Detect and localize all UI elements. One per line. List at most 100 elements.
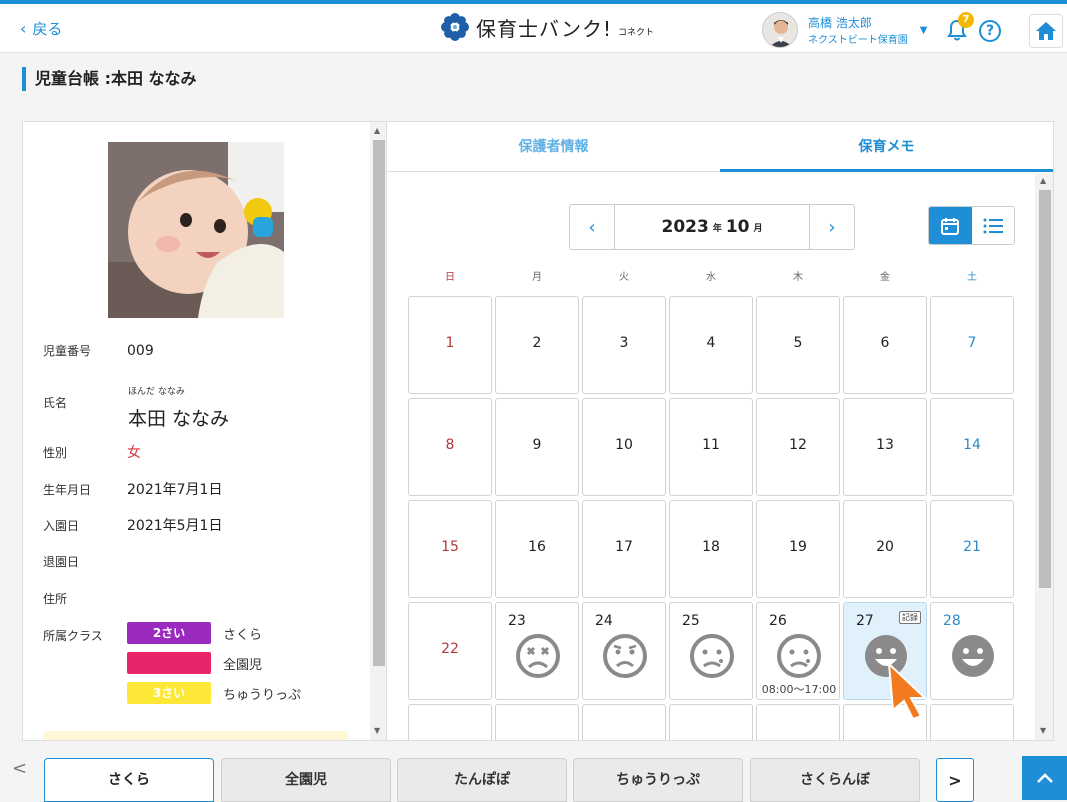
calendar-day-cell[interactable]: 24: [582, 602, 666, 700]
calendar-day-cell[interactable]: 28: [930, 602, 1014, 700]
calendar-day-cell[interactable]: 22: [408, 602, 492, 700]
calendar-day-cell[interactable]: [495, 704, 579, 740]
calendar-day-cell[interactable]: 8: [408, 398, 492, 496]
gender-label: 性別: [43, 445, 68, 460]
class-tab[interactable]: さくらんぼ: [750, 758, 920, 802]
happy-face-icon: [952, 635, 994, 677]
calendar-day-cell[interactable]: 16: [495, 500, 579, 598]
calendar-day-cell[interactable]: 10: [582, 398, 666, 496]
calendar-view-button[interactable]: [929, 207, 972, 244]
prev-month-button[interactable]: ‹: [570, 205, 614, 249]
row-gender: 性別 女: [43, 442, 141, 462]
calendar-day-cell[interactable]: 4: [669, 296, 753, 394]
calendar-day-cell[interactable]: 18: [669, 500, 753, 598]
calendar-day-cell[interactable]: 15: [408, 500, 492, 598]
tab-guardian-info[interactable]: 保護者情報: [387, 122, 720, 172]
left-scrollbar-thumb[interactable]: [373, 140, 385, 666]
day-number: 19: [789, 539, 807, 555]
calendar-day-cell[interactable]: 5: [756, 296, 840, 394]
prev-class-button[interactable]: <: [12, 758, 27, 779]
calendar-day-cell[interactable]: [930, 704, 1014, 740]
child-number-value: 009: [127, 342, 154, 359]
back-button[interactable]: ‹ 戻る: [20, 18, 62, 39]
app-logo: 保育士バンク! コネクト: [440, 12, 654, 42]
day-number: 27: [856, 613, 874, 629]
calendar-day-cell[interactable]: [756, 704, 840, 740]
calendar-day-cell[interactable]: 2: [495, 296, 579, 394]
calendar-day-cell[interactable]: 19: [756, 500, 840, 598]
top-bar: ‹ 戻る 保育士バンク! コネクト 高橋 浩太郎 ネクストビート保育園 ▼ 7 …: [0, 0, 1067, 53]
class-tab[interactable]: さくら: [44, 758, 214, 802]
user-organization: ネクストビート保育園: [808, 34, 908, 46]
scroll-to-top-button[interactable]: [1022, 756, 1067, 800]
day-number: 9: [532, 437, 542, 453]
calendar-day-cell[interactable]: [582, 704, 666, 740]
day-number: 4: [706, 335, 716, 351]
calendar-day-cell[interactable]: [669, 704, 753, 740]
calendar-day-cell[interactable]: 13: [843, 398, 927, 496]
day-number: 15: [441, 539, 459, 555]
calendar-day-cell[interactable]: 26 08:00〜17:00: [756, 602, 840, 700]
right-scrollbar-thumb[interactable]: [1039, 190, 1051, 588]
scroll-up-icon[interactable]: ▲: [1040, 176, 1046, 185]
notification-badge: 7: [958, 12, 974, 28]
scroll-down-icon[interactable]: ▼: [374, 726, 380, 735]
unwell-face-icon: [690, 634, 734, 678]
next-class-button[interactable]: >: [936, 758, 974, 802]
class-tab[interactable]: ちゅうりっぷ: [573, 758, 743, 802]
class-age-badge: 3さい: [127, 682, 211, 704]
next-month-button[interactable]: ›: [810, 205, 854, 249]
class-age-badge: 2さい: [127, 622, 211, 644]
calendar-day-cell[interactable]: 14: [930, 398, 1014, 496]
weekday-label: 月: [532, 272, 542, 283]
class-name: さくら: [223, 627, 263, 643]
calendar-day-cell[interactable]: [408, 704, 492, 740]
day-number: 5: [793, 335, 803, 351]
class-tab[interactable]: 全園児: [221, 758, 391, 802]
enrollment-date-value: 2021年5月1日: [127, 518, 223, 534]
day-number: 18: [702, 539, 720, 555]
caret-down-icon: ▼: [919, 24, 928, 36]
calendar-day-cell[interactable]: 20: [843, 500, 927, 598]
calendar-day-cell[interactable]: 25: [669, 602, 753, 700]
calendar-day-cell[interactable]: 7: [930, 296, 1014, 394]
unwell-face-icon: [777, 634, 821, 678]
calendar-icon: [941, 217, 960, 235]
scroll-up-icon[interactable]: ▲: [374, 126, 380, 135]
calendar-day-cell[interactable]: 23: [495, 602, 579, 700]
enrollment-date-label: 入園日: [43, 518, 80, 533]
list-icon: [983, 218, 1003, 233]
chevron-left-icon: ‹: [20, 19, 27, 38]
calendar-day-cell[interactable]: 1: [408, 296, 492, 394]
day-number: 21: [963, 539, 981, 555]
calendar-day-cell[interactable]: 12: [756, 398, 840, 496]
calendar-day-cell[interactable]: 9: [495, 398, 579, 496]
scroll-down-icon[interactable]: ▼: [1040, 726, 1046, 735]
calendar-day-cell[interactable]: 6: [843, 296, 927, 394]
user-menu[interactable]: 高橋 浩太郎 ネクストビート保育園 ▼: [762, 12, 927, 48]
calendar-day-cell[interactable]: 17: [582, 500, 666, 598]
month-value: 10: [725, 217, 750, 237]
name-furigana: ほんだ ななみ: [128, 387, 185, 397]
calendar-day-cell[interactable]: 21: [930, 500, 1014, 598]
list-view-button[interactable]: [972, 207, 1015, 244]
leave-date-label: 退園日: [43, 555, 80, 569]
flower-icon: [441, 13, 469, 41]
calendar-day-cell[interactable]: 11: [669, 398, 753, 496]
calendar-day-cell[interactable]: 3: [582, 296, 666, 394]
row-leave-date: 退園日: [43, 553, 127, 570]
class-tab[interactable]: たんぽぽ: [397, 758, 567, 802]
day-number: 24: [595, 613, 613, 629]
tab-care-memo[interactable]: 保育メモ: [720, 122, 1053, 172]
class-item: 全園児: [127, 652, 262, 674]
child-number-label: 児童番号: [43, 344, 92, 358]
child-profile-panel: 児童番号 009 氏名 ほんだ ななみ 本田 ななみ 性別 女 生年月日 202…: [22, 121, 387, 741]
record-badge: 記録: [899, 611, 921, 624]
logo-subtext: コネクト: [618, 27, 655, 38]
day-number: 6: [880, 335, 890, 351]
home-button[interactable]: [1029, 14, 1063, 48]
day-number: 12: [789, 437, 807, 453]
help-icon[interactable]: ?: [979, 20, 1001, 42]
day-number: 23: [508, 613, 526, 629]
day-number: 28: [943, 613, 961, 629]
